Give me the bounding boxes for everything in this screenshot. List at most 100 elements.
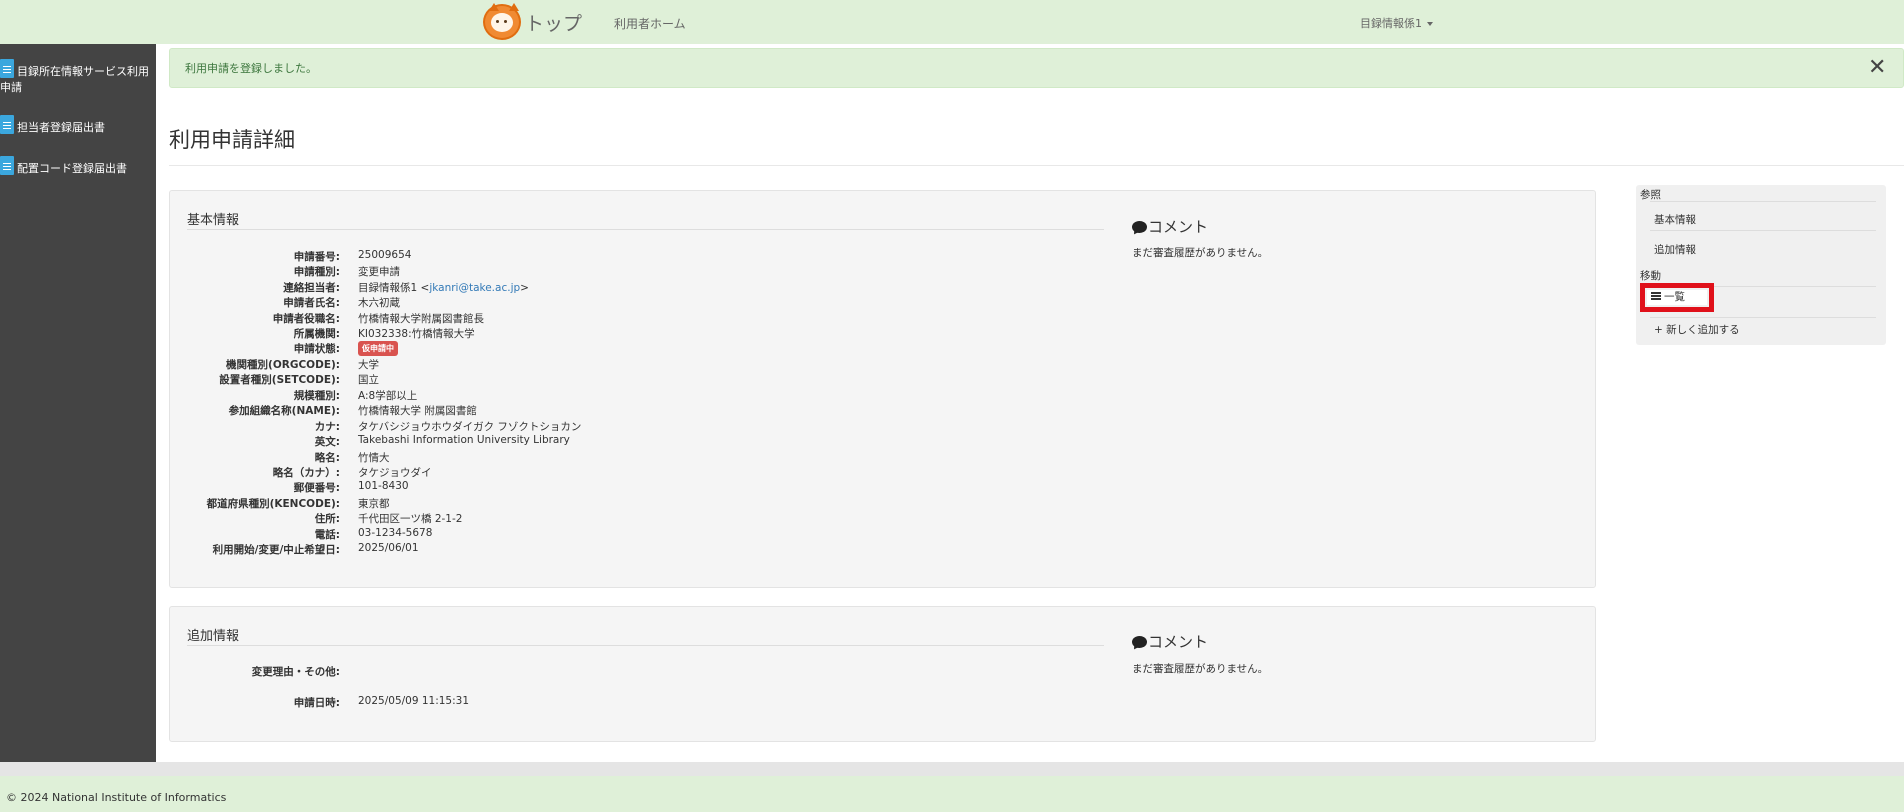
sidebar-item-label: 担当者登録届出書 bbox=[17, 121, 105, 134]
field-value: タケジョウダイ bbox=[358, 467, 432, 479]
contact-name: 目録情報係1 < bbox=[358, 282, 430, 294]
field-row: 住所: 千代田区一ツ橋 2-1-2 bbox=[170, 511, 1110, 526]
nav-divider bbox=[1650, 317, 1876, 318]
field-value: 竹情大 bbox=[358, 452, 390, 464]
contact-email-link[interactable]: jkanri@take.ac.jp bbox=[429, 282, 520, 294]
field-label: 申請者氏名: bbox=[283, 297, 340, 309]
field-row: カナ: タケバシジョウホウダイガク フゾクトショカン bbox=[170, 419, 1110, 434]
field-row: 略名（カナ）: タケジョウダイ bbox=[170, 465, 1110, 480]
field-row: 利用開始/変更/中止希望日: 2025/06/01 bbox=[170, 542, 1110, 557]
document-icon bbox=[0, 59, 14, 78]
field-value: 仮申請中 bbox=[358, 341, 398, 356]
field-label: 電話: bbox=[314, 529, 340, 541]
top-navbar: トップ 利用者ホーム 目録情報係1 bbox=[0, 0, 1904, 44]
comment-heading: コメント bbox=[1132, 631, 1208, 652]
field-value: 目録情報係1 <jkanri@take.ac.jp> bbox=[358, 280, 529, 295]
comment-text: まだ審査履歴がありません。 bbox=[1132, 247, 1269, 259]
page-title: 利用申請詳細 bbox=[169, 128, 295, 152]
list-link-highlight: 一覧 bbox=[1640, 283, 1714, 312]
field-label: 郵便番号: bbox=[293, 482, 340, 494]
list-icon bbox=[1651, 292, 1661, 300]
field-value: 竹橋情報大学 附属図書館 bbox=[358, 405, 477, 417]
comment-heading-label: コメント bbox=[1148, 218, 1209, 236]
panel-divider bbox=[187, 229, 1104, 230]
field-value: 木六初蔵 bbox=[358, 297, 400, 309]
add-new-link[interactable]: + 新しく追加する bbox=[1654, 322, 1740, 337]
comment-heading: コメント bbox=[1132, 216, 1208, 237]
field-value: Takebashi Information University Library bbox=[358, 434, 570, 446]
list-link[interactable]: 一覧 bbox=[1647, 290, 1707, 305]
footer: © 2024 National Institute of Informatics bbox=[0, 776, 1904, 812]
field-value: 03-1234-5678 bbox=[358, 527, 433, 539]
nav-divider bbox=[1650, 230, 1876, 231]
user-menu-dropdown[interactable]: 目録情報係1 bbox=[1360, 15, 1433, 31]
nav-link-additional-info[interactable]: 追加情報 bbox=[1654, 242, 1696, 257]
brand-link[interactable]: トップ bbox=[525, 9, 582, 36]
plus-icon: + bbox=[1654, 324, 1663, 336]
footer-spacer bbox=[0, 762, 1904, 776]
copyright-text: © 2024 National Institute of Informatics bbox=[6, 791, 227, 804]
field-value: 東京都 bbox=[358, 498, 390, 510]
user-menu-label: 目録情報係1 bbox=[1360, 17, 1422, 30]
sidebar: 目録所在情報サービス利用申請 担当者登録届出書 配置コード登録届出書 bbox=[0, 44, 156, 762]
field-label: カナ: bbox=[314, 421, 340, 433]
additional-info-panel: 追加情報 変更理由・その他: 申請日時: 2025/05/09 11:15:31… bbox=[169, 606, 1596, 742]
basic-info-panel: 基本情報 申請番号: 25009654 申請種別: 変更申請 連絡担当者: 目録… bbox=[169, 190, 1596, 588]
alert-message: 利用申請を登録しました。 bbox=[185, 62, 317, 75]
field-value: 国立 bbox=[358, 374, 379, 386]
field-label: 申請番号: bbox=[293, 251, 340, 263]
sidebar-item-staff-registration[interactable]: 担当者登録届出書 bbox=[0, 115, 156, 136]
field-label: 所属機関: bbox=[293, 328, 340, 340]
sidebar-item-catalog-service[interactable]: 目録所在情報サービス利用申請 bbox=[0, 59, 156, 96]
field-label: 申請状態: bbox=[293, 343, 340, 355]
sidebar-item-location-code[interactable]: 配置コード登録届出書 bbox=[0, 156, 156, 177]
sidebar-item-label: 配置コード登録届出書 bbox=[17, 162, 127, 175]
panel-heading: 基本情報 bbox=[187, 213, 240, 228]
field-row: 電話: 03-1234-5678 bbox=[170, 527, 1110, 542]
right-nav-panel: 参照 基本情報 追加情報 移動 + 新しく追加する bbox=[1636, 185, 1886, 345]
field-row: 申請番号: 25009654 bbox=[170, 249, 1110, 264]
reference-section-label: 参照 bbox=[1640, 189, 1661, 201]
field-value: 大学 bbox=[358, 359, 379, 371]
field-value: KI032338:竹橋情報大学 bbox=[358, 328, 475, 340]
field-row: 英文: Takebashi Information University Lib… bbox=[170, 434, 1110, 449]
field-row: 郵便番号: 101-8430 bbox=[170, 480, 1110, 495]
field-row: 都道府県種別(KENCODE): 東京都 bbox=[170, 496, 1110, 511]
field-value: A:8学部以上 bbox=[358, 390, 418, 402]
comment-icon bbox=[1132, 636, 1147, 648]
user-home-link[interactable]: 利用者ホーム bbox=[614, 15, 686, 32]
field-row: 申請者役職名: 竹橋情報大学附属図書館長 bbox=[170, 311, 1110, 326]
field-label: 変更理由・その他: bbox=[251, 666, 340, 678]
nav-divider bbox=[1650, 201, 1876, 202]
field-label: 規模種別: bbox=[293, 390, 340, 402]
title-divider bbox=[169, 165, 1904, 166]
field-value: 101-8430 bbox=[358, 480, 409, 492]
comment-text: まだ審査履歴がありません。 bbox=[1132, 663, 1269, 675]
list-link-label: 一覧 bbox=[1664, 291, 1685, 303]
field-row: 申請者氏名: 木六初蔵 bbox=[170, 295, 1110, 310]
field-row: 変更理由・その他: bbox=[170, 664, 1110, 679]
field-value: タケバシジョウホウダイガク フゾクトショカン bbox=[358, 421, 582, 433]
sidebar-item-label: 目録所在情報サービス利用申請 bbox=[0, 65, 149, 94]
field-row: 申請種別: 変更申請 bbox=[170, 264, 1110, 279]
field-label: 機関種別(ORGCODE): bbox=[226, 359, 340, 371]
field-row: 規模種別: A:8学部以上 bbox=[170, 388, 1110, 403]
status-badge: 仮申請中 bbox=[358, 341, 398, 356]
success-alert: 利用申請を登録しました。 ✕ bbox=[169, 48, 1904, 88]
field-row: 参加組織名称(NAME): 竹橋情報大学 附属図書館 bbox=[170, 403, 1110, 418]
field-value: 2025/06/01 bbox=[358, 542, 419, 554]
close-icon[interactable]: ✕ bbox=[1868, 55, 1886, 80]
panel-divider bbox=[187, 645, 1104, 646]
document-icon bbox=[0, 115, 14, 134]
field-label: 申請種別: bbox=[293, 266, 340, 278]
field-value: 25009654 bbox=[358, 249, 412, 261]
nav-link-basic-info[interactable]: 基本情報 bbox=[1654, 212, 1696, 227]
field-label: 参加組織名称(NAME): bbox=[228, 405, 340, 417]
field-value: 変更申請 bbox=[358, 266, 400, 278]
field-value: 竹橋情報大学附属図書館長 bbox=[358, 313, 484, 325]
field-label: 住所: bbox=[314, 513, 340, 525]
logo-icon[interactable] bbox=[483, 3, 521, 40]
field-row: 申請日時: 2025/05/09 11:15:31 bbox=[170, 695, 1110, 710]
field-label: 利用開始/変更/中止希望日: bbox=[212, 544, 340, 556]
panel-heading: 追加情報 bbox=[187, 629, 240, 644]
